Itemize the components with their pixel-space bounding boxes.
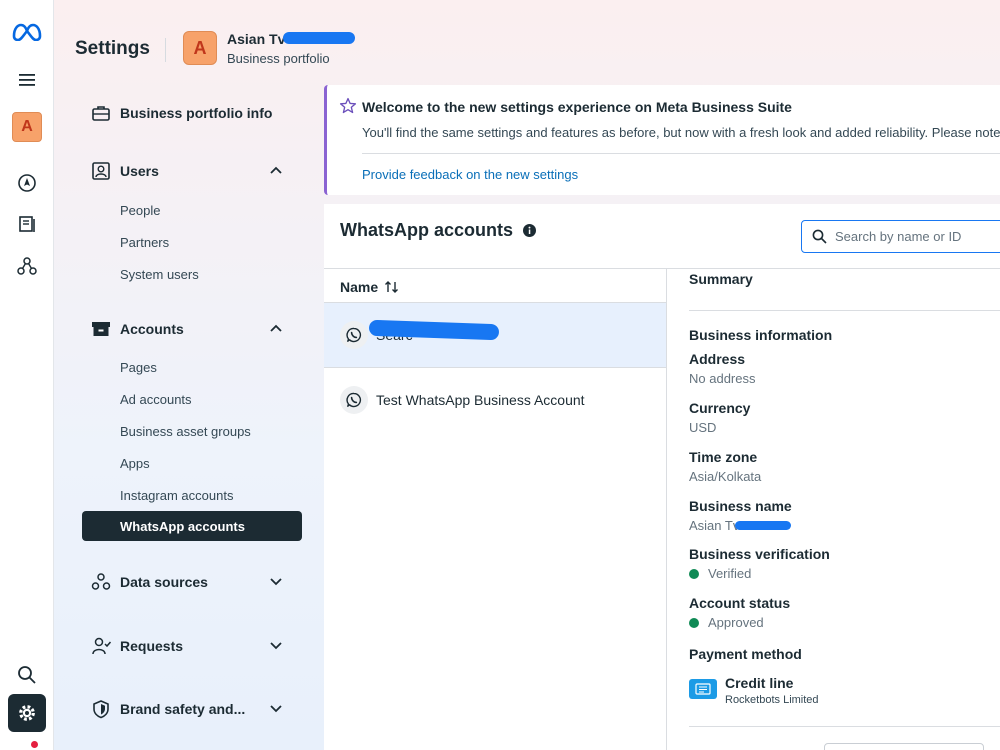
search-field[interactable] xyxy=(801,220,1000,253)
payment-method-item: Credit line Rocketbots Limited xyxy=(689,675,819,706)
chevron-up-icon[interactable] xyxy=(268,163,284,179)
header-divider xyxy=(165,38,166,62)
account-name: Test WhatsApp Business Account xyxy=(376,392,585,408)
user-request-icon xyxy=(90,635,112,657)
redaction-mark xyxy=(283,32,355,44)
network-icon[interactable] xyxy=(9,248,45,284)
panel-title: WhatsApp accounts xyxy=(340,220,537,241)
nav-requests[interactable]: Requests xyxy=(90,635,183,657)
summary-divider xyxy=(689,310,1000,311)
status-dot xyxy=(689,617,699,628)
credit-card-icon xyxy=(689,679,717,699)
status-dot xyxy=(689,568,699,579)
left-rail: A xyxy=(0,0,54,750)
info-icon[interactable] xyxy=(523,224,537,237)
welcome-banner: Welcome to the new settings experience o… xyxy=(324,85,1000,195)
banner-body: You'll find the same settings and featur… xyxy=(362,125,1000,140)
settings-button[interactable] xyxy=(8,694,46,732)
nav-brand-safety[interactable]: Brand safety and... xyxy=(90,698,245,720)
nav-item-business-asset-groups[interactable]: Business asset groups xyxy=(120,424,251,439)
business-verification-label: Business verification xyxy=(689,546,830,562)
nav-item-whatsapp-accounts[interactable]: WhatsApp accounts xyxy=(82,511,302,541)
nav-item-people[interactable]: People xyxy=(120,203,160,218)
payment-subtitle: Rocketbots Limited xyxy=(725,694,819,706)
archive-icon xyxy=(90,318,112,340)
briefcase-icon xyxy=(90,102,112,124)
table-row[interactable]: Test WhatsApp Business Account xyxy=(324,368,666,432)
business-name-label: Business name xyxy=(689,498,792,514)
nav-item-ad-accounts[interactable]: Ad accounts xyxy=(120,392,192,407)
summary-panel: Summary Business information Address No … xyxy=(689,269,1000,750)
feedback-link[interactable]: Provide feedback on the new settings xyxy=(362,167,578,182)
business-information-heading: Business information xyxy=(689,327,833,343)
settings-sidebar: Business portfolio info Users People Par… xyxy=(54,80,324,750)
business-portfolio-avatar[interactable]: A xyxy=(183,31,217,65)
gear-icon xyxy=(19,705,35,721)
name-column-header[interactable]: Name xyxy=(340,279,400,295)
business-subtitle: Business portfolio xyxy=(227,51,330,66)
chevron-up-icon[interactable] xyxy=(268,321,284,337)
meta-logo-icon[interactable] xyxy=(9,14,45,50)
user-card-icon xyxy=(90,160,112,182)
menu-icon[interactable] xyxy=(9,62,45,98)
banner-divider xyxy=(362,153,1000,154)
account-status-value: Approved xyxy=(689,615,764,630)
summary-title: Summary xyxy=(689,271,753,287)
address-label: Address xyxy=(689,351,746,367)
star-icon xyxy=(339,97,357,114)
sort-icon[interactable] xyxy=(384,280,400,294)
currency-value: USD xyxy=(689,420,717,435)
list-summary-divider xyxy=(666,269,667,750)
page-title: Settings xyxy=(75,38,150,59)
currency-label: Currency xyxy=(689,400,751,416)
nav-accounts[interactable]: Accounts xyxy=(90,318,184,340)
data-sources-icon xyxy=(90,571,112,593)
nav-item-system-users[interactable]: System users xyxy=(120,267,199,282)
compass-icon[interactable] xyxy=(9,165,45,201)
nav-item-pages[interactable]: Pages xyxy=(120,360,157,375)
nav-data-sources[interactable]: Data sources xyxy=(90,571,208,593)
nav-business-portfolio-info[interactable]: Business portfolio info xyxy=(90,102,272,124)
time-zone-value: Asia/Kolkata xyxy=(689,469,762,484)
nav-item-instagram-accounts[interactable]: Instagram accounts xyxy=(120,488,233,503)
summary-action-button[interactable] xyxy=(824,743,984,750)
whatsapp-icon xyxy=(340,386,368,414)
nav-item-apps[interactable]: Apps xyxy=(120,456,150,471)
search-icon xyxy=(812,229,827,244)
nav-users[interactable]: Users xyxy=(90,160,159,182)
accounts-list: Name Searc Test WhatsApp Business Accoun… xyxy=(324,269,666,750)
chevron-down-icon[interactable] xyxy=(268,637,284,653)
payment-method-label: Payment method xyxy=(689,646,802,662)
banner-title: Welcome to the new settings experience o… xyxy=(362,99,792,115)
business-name-value: Asian Tv xyxy=(689,518,740,533)
book-icon[interactable] xyxy=(9,206,45,242)
search-input[interactable] xyxy=(835,229,995,244)
account-status-label: Account status xyxy=(689,595,791,611)
chevron-down-icon[interactable] xyxy=(268,573,284,589)
notification-dot xyxy=(31,741,38,748)
whatsapp-accounts-panel: WhatsApp accounts Name Searc Test WhatsA… xyxy=(324,204,1000,750)
summary-bottom-divider xyxy=(689,726,1000,727)
address-value: No address xyxy=(689,371,756,386)
chevron-down-icon[interactable] xyxy=(268,700,284,716)
whatsapp-icon xyxy=(340,321,368,349)
search-icon[interactable] xyxy=(9,657,45,693)
business-avatar[interactable]: A xyxy=(12,112,42,142)
business-verification-value: Verified xyxy=(689,566,751,581)
shield-icon xyxy=(90,698,112,720)
nav-item-partners[interactable]: Partners xyxy=(120,235,169,250)
redaction-mark xyxy=(735,521,791,530)
payment-title: Credit line xyxy=(725,675,794,691)
header: Settings A Asian Tv C Business portfolio xyxy=(54,0,1000,80)
time-zone-label: Time zone xyxy=(689,449,758,465)
